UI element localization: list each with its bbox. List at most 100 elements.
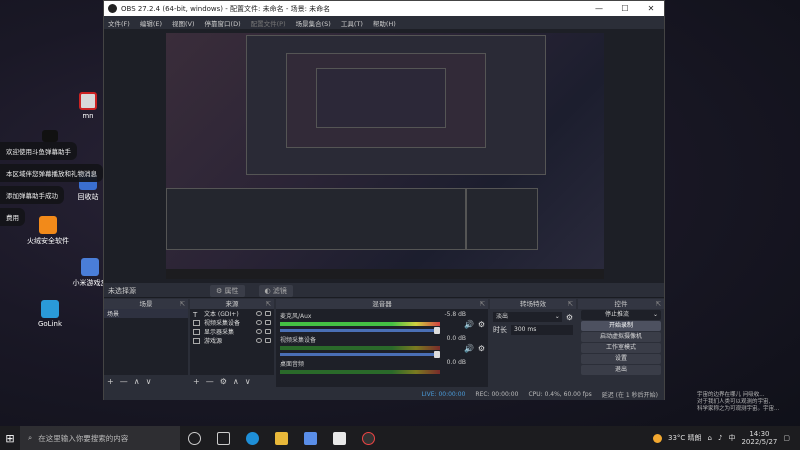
controls-dock-header: 控件 ⇱ (578, 299, 664, 309)
move-source-up-button[interactable]: ∧ (233, 377, 239, 386)
speaker-icon[interactable]: 🔊 (464, 320, 474, 329)
studio-mode-button[interactable]: 工作室模式 (581, 343, 661, 353)
window-controls: — ☐ ✕ (586, 4, 664, 13)
menu-profile[interactable]: 配置文件(P) (251, 18, 286, 28)
taskbar-search-input[interactable]: ⌕ 在这里输入你要搜索的内容 (20, 426, 180, 450)
nested-preview-3 (316, 68, 446, 128)
game-source-icon (193, 337, 200, 344)
obs-window: OBS 27.2.4 (64-bit, windows) - 配置文件: 未命名… (103, 0, 665, 400)
windows-start-icon[interactable]: ⊞ (0, 432, 20, 445)
toast-region: 本区域伴您弹幕播放和礼物消息 (0, 164, 103, 182)
visibility-eye-icon[interactable] (256, 320, 262, 325)
edge-browser-icon[interactable] (246, 431, 259, 445)
taskbar: ⊞ ⌕ 在这里输入你要搜索的内容 33°C 晴朗 ⌂ ♪ 中 14:30 202… (0, 426, 800, 450)
menu-bar: 文件(F) 编辑(E) 视图(V) 停靠窗口(D) 配置文件(P) 场景集合(S… (104, 16, 664, 29)
mn-app-icon (79, 92, 97, 110)
menu-tools[interactable]: 工具(T) (341, 18, 363, 28)
lock-icon[interactable] (265, 338, 271, 343)
mixer-track-mic: 麦克风/Aux -5.8 dB 🔊 ⚙ (276, 309, 488, 334)
properties-button[interactable]: ⚙ 属性 (210, 284, 245, 297)
scenes-dock-header: 场景 ⇱ (104, 299, 188, 309)
obs-taskbar-icon[interactable] (362, 431, 375, 445)
notification-center-icon[interactable]: ▢ (783, 434, 790, 442)
clock[interactable]: 14:30 2022/5/27 (741, 430, 777, 446)
track-gear-icon[interactable]: ⚙ (478, 344, 485, 353)
app-a-icon[interactable] (304, 431, 317, 445)
camera-source-icon (193, 319, 200, 326)
scenes-toolbar: + — ∧ ∨ (104, 375, 188, 387)
minimize-button[interactable]: — (586, 4, 612, 13)
close-button[interactable]: ✕ (638, 4, 664, 13)
maximize-button[interactable]: ☐ (612, 4, 638, 13)
menu-help[interactable]: 帮助(H) (373, 18, 396, 28)
volume-slider[interactable] (280, 327, 440, 334)
nested-taskbar (166, 269, 604, 279)
monitor-source-icon (193, 328, 200, 335)
desktop-icon-golink[interactable]: GoLink (22, 300, 78, 328)
volume-icon[interactable]: ♪ (718, 434, 722, 442)
dock-pin-icon[interactable]: ⇱ (656, 299, 661, 309)
remove-source-button[interactable]: — (206, 377, 214, 386)
dock-pin-icon[interactable]: ⇱ (480, 299, 485, 309)
toast-welcome: 欢迎使用斗鱼弹幕助手 (0, 142, 77, 160)
mixer-track-desktop-audio: 桌面音频 0.0 dB (276, 357, 488, 381)
menu-docks[interactable]: 停靠窗口(D) (205, 18, 241, 28)
transition-gear-icon[interactable]: ⚙ (566, 313, 573, 322)
dock-pin-icon[interactable]: ⇱ (568, 299, 573, 309)
app-store-icon[interactable] (333, 431, 346, 445)
remove-scene-button[interactable]: — (120, 377, 128, 386)
visibility-eye-icon[interactable] (256, 338, 262, 343)
window-title: OBS 27.2.4 (64-bit, windows) - 配置文件: 未命名… (121, 4, 331, 13)
source-item[interactable]: T 文本 (GDI+) (190, 309, 274, 319)
audio-meter (280, 370, 440, 374)
file-explorer-icon[interactable] (275, 431, 288, 445)
transition-duration-input[interactable]: 300 ms (511, 325, 573, 335)
menu-file[interactable]: 文件(F) (108, 18, 130, 28)
network-icon[interactable]: ⌂ (708, 434, 712, 442)
lock-icon[interactable] (265, 320, 271, 325)
dock-pin-icon[interactable]: ⇱ (266, 299, 271, 309)
move-source-down-button[interactable]: ∨ (245, 377, 251, 386)
visibility-eye-icon[interactable] (256, 311, 262, 316)
exit-button[interactable]: 退出 (581, 365, 661, 375)
move-scene-up-button[interactable]: ∧ (134, 377, 140, 386)
notification-text: 宇宙的边界在哪儿 问吸收... 对于我们人类可以观测的宇宙, 科学家称之为可观测… (697, 392, 780, 412)
source-item[interactable]: 视频采集设备 (190, 318, 274, 327)
transitions-dock-header: 转场特效 ⇱ (490, 299, 576, 309)
add-source-button[interactable]: + (193, 377, 200, 386)
delay-status: 延迟 (在 1 秒后开始) (601, 391, 658, 399)
preview-area[interactable] (104, 29, 664, 283)
dock-pin-icon[interactable]: ⇱ (180, 299, 185, 309)
track-gear-icon[interactable]: ⚙ (478, 320, 485, 329)
start-recording-button[interactable]: 开始录制 (581, 321, 661, 331)
task-view-icon[interactable] (188, 431, 201, 445)
widgets-icon[interactable] (217, 431, 230, 445)
visibility-eye-icon[interactable] (256, 329, 262, 334)
add-scene-button[interactable]: + (107, 377, 114, 386)
scene-item[interactable]: 场景 (104, 309, 188, 318)
desktop-icon-huorong[interactable]: 火绒安全软件 (20, 216, 76, 246)
preview-canvas (166, 33, 604, 279)
source-settings-gear-icon[interactable]: ⚙ (220, 377, 227, 386)
weather-text[interactable]: 33°C 晴朗 (668, 433, 702, 443)
speaker-icon[interactable]: 🔊 (464, 344, 474, 353)
lock-icon[interactable] (265, 329, 271, 334)
source-item[interactable]: 显示器采集 (190, 327, 274, 336)
source-item[interactable]: 游戏源 (190, 336, 274, 345)
filters-button[interactable]: ◐ 滤镜 (258, 284, 293, 297)
controls-dock: 控件 ⇱ 停止推流 ⌄ 开始录制 启动虚拟摄像机 工作室模式 设置 退出 (578, 299, 664, 387)
menu-view[interactable]: 视图(V) (172, 18, 195, 28)
transition-type-select[interactable]: 淡出 ⌄ (493, 312, 562, 322)
volume-slider[interactable] (280, 351, 440, 358)
menu-edit[interactable]: 编辑(E) (140, 18, 162, 28)
lock-icon[interactable] (265, 311, 271, 316)
settings-button[interactable]: 设置 (581, 354, 661, 364)
toast-fee: 费用 (0, 208, 25, 226)
move-scene-down-button[interactable]: ∨ (146, 377, 152, 386)
scenes-dock: 场景 ⇱ 场景 + — ∧ ∨ (104, 299, 188, 387)
stop-streaming-button[interactable]: 停止推流 ⌄ (581, 310, 661, 320)
start-virtual-camera-button[interactable]: 启动虚拟摄像机 (581, 332, 661, 342)
menu-scene-collection[interactable]: 场景集合(S) (296, 18, 331, 28)
nested-controls (466, 188, 538, 250)
language-indicator[interactable]: 中 (728, 433, 735, 443)
